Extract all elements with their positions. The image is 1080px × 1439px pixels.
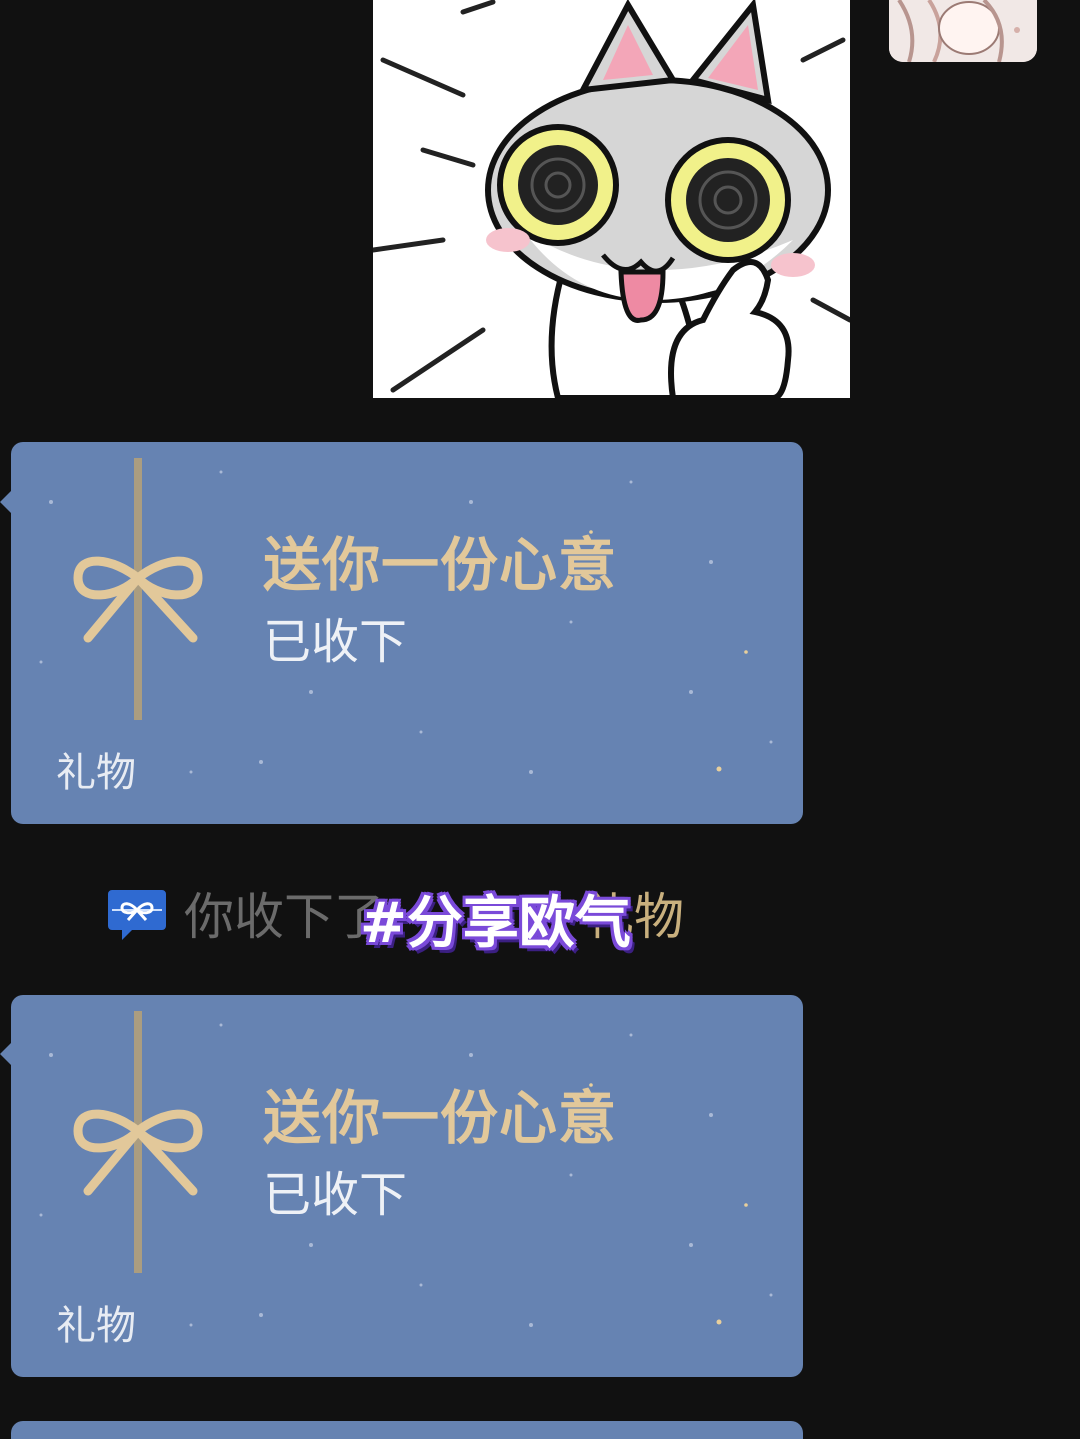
cat-thumbs-up-sticker-icon [373, 0, 850, 398]
avatar[interactable] [889, 0, 1037, 62]
gift-bow-icon [73, 458, 203, 720]
gift-label: 礼物 [56, 1303, 136, 1349]
gift-title: 送你一份心意 [263, 531, 618, 599]
gift-message-card[interactable]: 送你一份心意 已收下 礼物 [11, 995, 803, 1377]
gift-label: 礼物 [56, 750, 136, 796]
user-avatar-icon [889, 0, 1037, 62]
chat-window: 送你一份心意 已收下 礼物 你收下了 礼物 #分享欧气 送你一份心意 已收下 礼… [0, 0, 1080, 1439]
gift-status: 已收下 [263, 1167, 408, 1223]
gift-title: 送你一份心意 [263, 1084, 618, 1152]
gift-status: 已收下 [263, 614, 408, 670]
gift-bow-icon [73, 1011, 203, 1273]
notice-text: 你收下了 [184, 888, 384, 946]
sticker-message[interactable] [373, 0, 850, 398]
hashtag-overlay: #分享欧气 [360, 891, 631, 956]
gift-message-card[interactable]: 送你一份心意 已收下 礼物 [11, 442, 803, 824]
gift-message-card-partial[interactable] [11, 1421, 803, 1439]
gift-chat-icon [108, 890, 166, 940]
